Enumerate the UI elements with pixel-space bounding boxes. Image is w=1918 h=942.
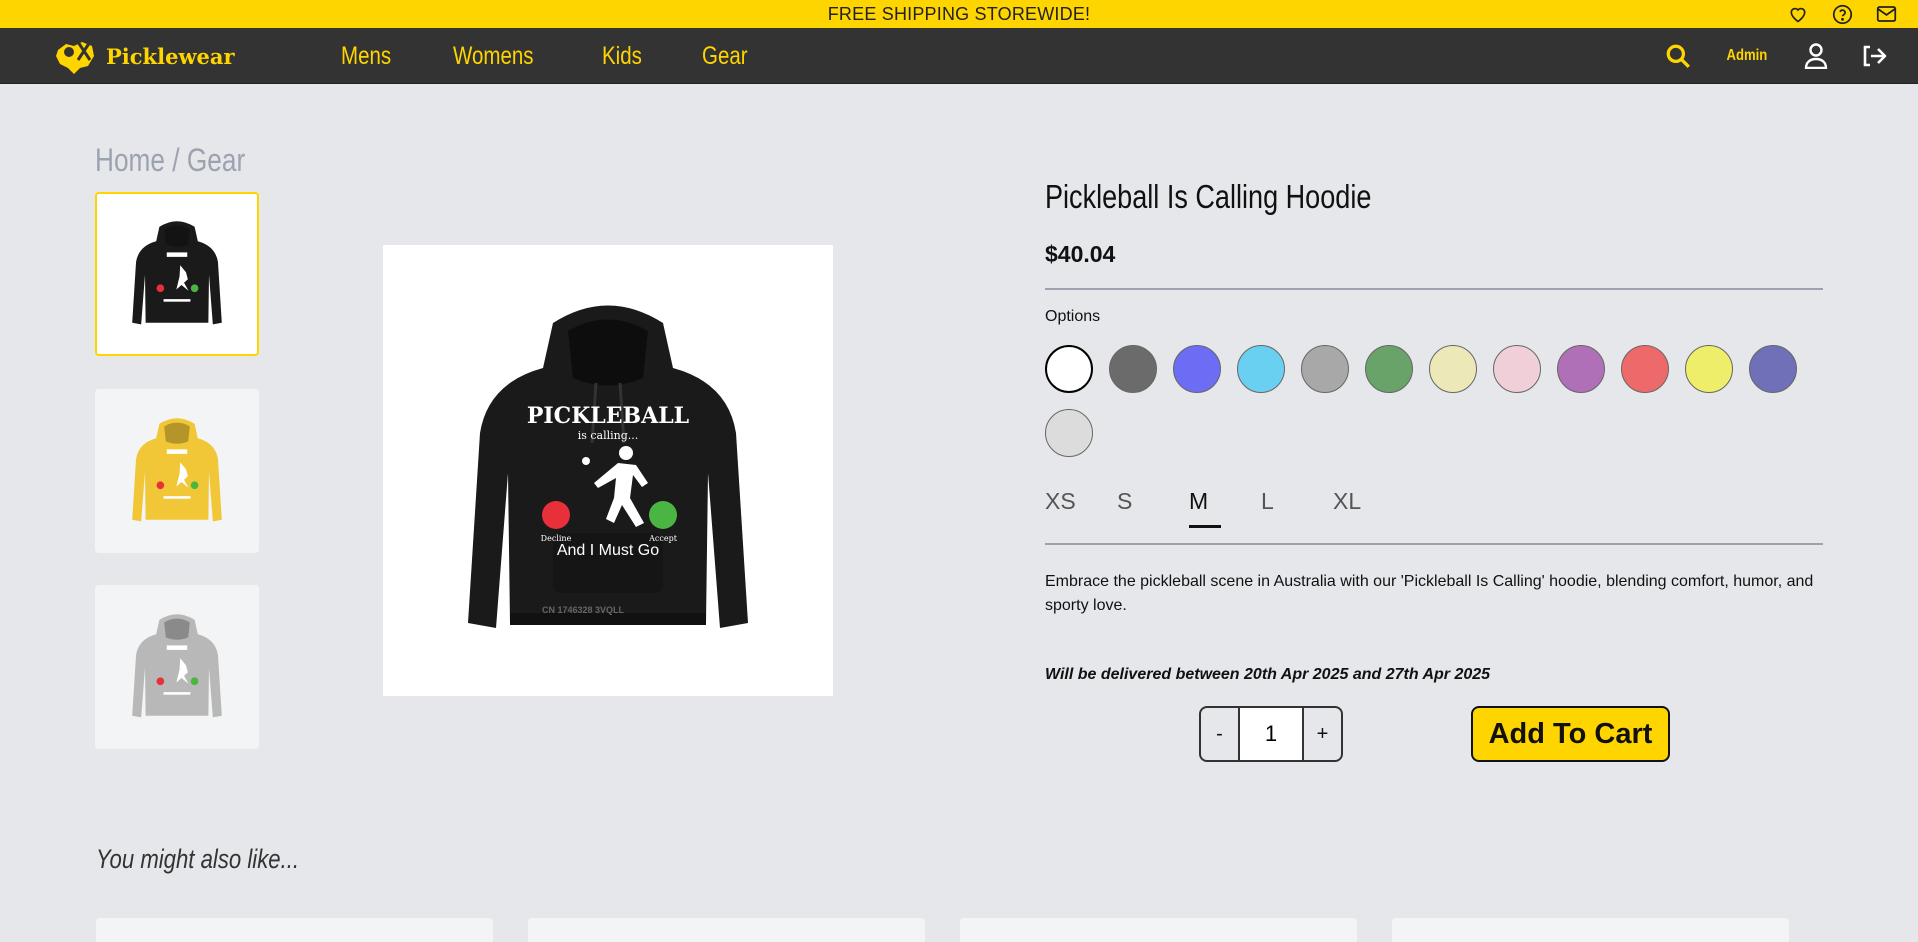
color-swatch[interactable] <box>1365 345 1413 393</box>
color-swatch[interactable] <box>1685 345 1733 393</box>
nav-link-mens[interactable]: Mens <box>341 42 391 71</box>
divider <box>1045 543 1823 545</box>
thumbnail-grey[interactable] <box>95 585 259 749</box>
size-xs[interactable]: XS <box>1045 488 1117 528</box>
size-xl[interactable]: XL <box>1333 488 1405 528</box>
color-swatch[interactable] <box>1621 345 1669 393</box>
quantity-increment-button[interactable]: + <box>1304 708 1341 760</box>
nav-link-kids[interactable]: Kids <box>602 42 642 71</box>
help-icon[interactable] <box>1830 2 1854 26</box>
decline-button-graphic <box>542 501 570 529</box>
color-swatch[interactable] <box>1429 345 1477 393</box>
size-m[interactable]: M <box>1189 488 1261 528</box>
nav-links: Mens Womens Kids Gear <box>341 28 748 84</box>
nav-actions: Admin <box>1664 28 1888 84</box>
thumbnail-yellow[interactable] <box>95 389 259 553</box>
search-icon[interactable] <box>1664 42 1692 70</box>
hoodie-watermark: CN 1746328 3VQLL <box>542 605 625 615</box>
color-swatch[interactable] <box>1749 345 1797 393</box>
breadcrumb-separator: / <box>164 142 187 178</box>
hoodie-hood-opening <box>568 319 648 386</box>
quantity-decrement-button[interactable]: - <box>1201 708 1238 760</box>
breadcrumb-home[interactable]: Home <box>95 142 165 178</box>
logo-icon <box>56 41 94 74</box>
logo[interactable]: Picklewear <box>52 36 235 76</box>
color-swatch[interactable] <box>1045 409 1093 457</box>
product-main-image: PICKLEBALL is calling... Decline Accept … <box>383 245 833 696</box>
logout-icon[interactable] <box>1860 42 1888 70</box>
quantity-input[interactable] <box>1238 708 1304 760</box>
hoodie-subline: is calling... <box>578 429 639 442</box>
color-swatch[interactable] <box>1173 345 1221 393</box>
size-l[interactable]: L <box>1261 488 1333 528</box>
main-nav: Picklewear Mens Womens Kids Gear Admin <box>0 28 1918 84</box>
hoodie-headline: PICKLEBALL <box>527 403 689 429</box>
accept-button-graphic <box>649 501 677 529</box>
promo-bar: FREE SHIPPING STOREWIDE! <box>0 0 1918 28</box>
related-product-card[interactable] <box>1392 918 1789 942</box>
heart-icon[interactable] <box>1786 2 1810 26</box>
product-description: Embrace the pickleball scene in Australi… <box>1045 573 1814 614</box>
breadcrumb: Home / Gear <box>95 142 245 179</box>
delivery-estimate: Will be delivered between 20th Apr 2025 … <box>1045 666 1491 683</box>
brand-name: Picklewear <box>106 43 235 69</box>
related-product-card[interactable] <box>528 918 925 942</box>
related-product-card[interactable] <box>96 918 493 942</box>
size-selector: XS S M L XL <box>1045 488 1405 528</box>
nav-link-womens[interactable]: Womens <box>453 42 534 71</box>
hoodie-thumbnail-image <box>132 418 222 522</box>
admin-link[interactable]: Admin <box>1727 47 1768 65</box>
breadcrumb-current[interactable]: Gear <box>187 142 245 178</box>
product-price: $40.04 <box>1045 241 1116 267</box>
nav-link-gear[interactable]: Gear <box>702 42 748 71</box>
mail-icon[interactable] <box>1874 2 1898 26</box>
hoodie-thumbnail-image <box>132 221 222 325</box>
color-swatch[interactable] <box>1557 345 1605 393</box>
promo-text: FREE SHIPPING STOREWIDE! <box>827 3 1091 24</box>
color-swatch[interactable] <box>1493 345 1541 393</box>
color-swatch[interactable] <box>1045 345 1093 393</box>
color-swatch[interactable] <box>1109 345 1157 393</box>
quantity-stepper: - + <box>1199 706 1343 762</box>
product-title: Pickleball Is Calling Hoodie <box>1045 178 1372 215</box>
add-to-cart-button[interactable]: Add To Cart <box>1471 706 1670 762</box>
hoodie-tagline: And I Must Go <box>557 542 659 559</box>
color-swatch[interactable] <box>1237 345 1285 393</box>
hoodie-image: PICKLEBALL is calling... Decline Accept … <box>468 305 748 628</box>
divider <box>1045 288 1823 290</box>
selected-size-indicator <box>1189 525 1221 528</box>
color-swatch[interactable] <box>1301 345 1349 393</box>
size-s[interactable]: S <box>1117 488 1189 528</box>
related-heading: You might also like... <box>96 844 300 874</box>
options-label: Options <box>1045 308 1101 325</box>
related-product-card[interactable] <box>960 918 1357 942</box>
thumbnail-black[interactable] <box>95 192 259 356</box>
hoodie-thumbnail-image <box>132 614 222 718</box>
promo-icons <box>1786 2 1898 26</box>
user-icon[interactable] <box>1802 42 1830 70</box>
